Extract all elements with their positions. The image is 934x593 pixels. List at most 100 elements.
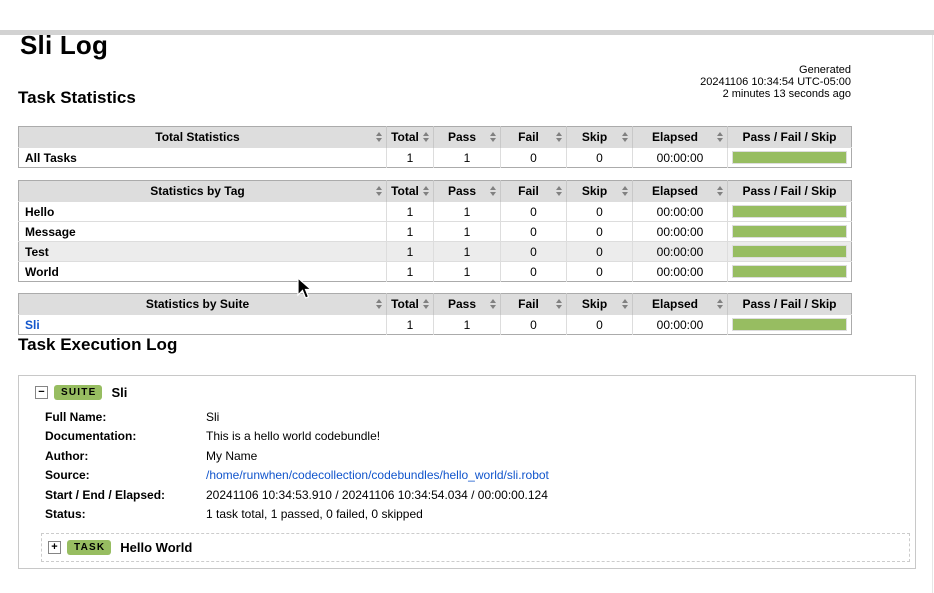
sort-icon[interactable] — [376, 132, 382, 142]
stats-row-suite-sli: Sli 1 1 0 0 00:00:00 — [19, 315, 852, 335]
table-title: Statistics by Suite — [146, 297, 249, 311]
elapsed-cell: 00:00:00 — [633, 262, 728, 282]
suite-name[interactable]: Sli — [111, 385, 127, 400]
column-header-elapsed[interactable]: Elapsed — [633, 127, 728, 148]
sort-icon[interactable] — [376, 299, 382, 309]
field-label: Status: — [45, 505, 206, 525]
pass-cell: 1 — [434, 222, 501, 242]
suite-element: − SUITE Sli Full Name: Sli Documentation… — [18, 375, 916, 569]
column-header-skip[interactable]: Skip — [567, 127, 633, 148]
generated-label: Generated — [700, 64, 851, 76]
column-header-pass[interactable]: Pass — [434, 181, 501, 202]
skip-cell: 0 — [567, 262, 633, 282]
sort-icon[interactable] — [490, 299, 496, 309]
sort-icon[interactable] — [556, 299, 562, 309]
skip-cell: 0 — [567, 202, 633, 222]
suite-header: − SUITE Sli — [35, 385, 909, 400]
sort-icon[interactable] — [622, 186, 628, 196]
stats-name-cell: Test — [19, 242, 387, 262]
graph-cell — [728, 242, 852, 262]
stats-row-tag-world: World 1 1 0 0 00:00:00 — [19, 262, 852, 282]
table-title: Statistics by Tag — [150, 184, 244, 198]
total-cell: 1 — [387, 222, 434, 242]
column-header-title[interactable]: Statistics by Tag — [19, 181, 387, 202]
elapsed-cell: 00:00:00 — [633, 222, 728, 242]
tag-statistics-table: Statistics by Tag Total Pass Fail Skip E… — [18, 180, 852, 282]
stats-row-tag-hello: Hello 1 1 0 0 00:00:00 — [19, 202, 852, 222]
pass-bar — [733, 266, 846, 277]
stats-name-cell: Message — [19, 222, 387, 242]
elapsed-cell: 00:00:00 — [633, 202, 728, 222]
sort-icon[interactable] — [423, 186, 429, 196]
total-cell: 1 — [387, 262, 434, 282]
task-name[interactable]: Hello World — [120, 540, 192, 555]
sort-icon[interactable] — [376, 186, 382, 196]
pass-cell: 1 — [434, 262, 501, 282]
stats-name-cell: Hello — [19, 202, 387, 222]
sort-icon[interactable] — [490, 132, 496, 142]
column-header-skip[interactable]: Skip — [567, 181, 633, 202]
sort-icon[interactable] — [556, 132, 562, 142]
field-value: This is a hello world codebundle! — [206, 427, 549, 447]
field-label: Start / End / Elapsed: — [45, 485, 206, 505]
sort-icon[interactable] — [717, 186, 723, 196]
column-header-fail[interactable]: Fail — [501, 181, 567, 202]
sort-icon[interactable] — [717, 299, 723, 309]
stats-row-all-tasks: All Tasks 1 1 0 0 00:00:00 — [19, 148, 852, 168]
pass-bar — [733, 246, 846, 257]
column-header-fail[interactable]: Fail — [501, 294, 567, 315]
suite-statistics-table: Statistics by Suite Total Pass Fail Skip… — [18, 293, 852, 335]
column-header-pass[interactable]: Pass — [434, 294, 501, 315]
total-cell: 1 — [387, 148, 434, 168]
sort-icon[interactable] — [423, 132, 429, 142]
field-value: My Name — [206, 446, 549, 466]
column-header-graph: Pass / Fail / Skip — [728, 181, 852, 202]
metadata-row: Author: My Name — [45, 446, 549, 466]
task-badge: TASK — [67, 540, 111, 555]
source-link[interactable]: /home/runwhen/codecollection/codebundles… — [206, 468, 549, 482]
column-header-total[interactable]: Total — [387, 294, 434, 315]
column-header-elapsed[interactable]: Elapsed — [633, 181, 728, 202]
column-header-elapsed[interactable]: Elapsed — [633, 294, 728, 315]
fail-cell: 0 — [501, 148, 567, 168]
sort-icon[interactable] — [490, 186, 496, 196]
skip-cell: 0 — [567, 222, 633, 242]
column-header-title[interactable]: Total Statistics — [19, 127, 387, 148]
elapsed-cell: 00:00:00 — [633, 315, 728, 335]
elapsed-cell: 00:00:00 — [633, 242, 728, 262]
fail-cell: 0 — [501, 202, 567, 222]
stats-row-tag-message: Message 1 1 0 0 00:00:00 — [19, 222, 852, 242]
column-header-title[interactable]: Statistics by Suite — [19, 294, 387, 315]
field-label: Author: — [45, 446, 206, 466]
table-header-row: Total Statistics Total Pass Fail Skip El… — [19, 127, 852, 148]
field-label: Full Name: — [45, 407, 206, 427]
graph-cell — [728, 315, 852, 335]
metadata-row: Documentation: This is a hello world cod… — [45, 427, 549, 447]
pass-cell: 1 — [434, 202, 501, 222]
column-header-fail[interactable]: Fail — [501, 127, 567, 148]
sort-icon[interactable] — [622, 299, 628, 309]
sort-icon[interactable] — [423, 299, 429, 309]
stats-name-cell: All Tasks — [19, 148, 387, 168]
column-header-skip[interactable]: Skip — [567, 294, 633, 315]
collapse-toggle-icon[interactable]: − — [35, 386, 48, 399]
skip-cell: 0 — [567, 148, 633, 168]
pass-cell: 1 — [434, 242, 501, 262]
pass-cell: 1 — [434, 315, 501, 335]
pass-bar — [733, 319, 846, 330]
sort-icon[interactable] — [622, 132, 628, 142]
field-value: 20241106 10:34:53.910 / 20241106 10:34:5… — [206, 485, 549, 505]
column-header-pass[interactable]: Pass — [434, 127, 501, 148]
metadata-row: Start / End / Elapsed: 20241106 10:34:53… — [45, 485, 549, 505]
generated-timestamp: 20241106 10:34:54 UTC-05:00 — [700, 76, 851, 88]
column-header-total[interactable]: Total — [387, 181, 434, 202]
pass-bar — [733, 152, 846, 163]
stats-name-cell: Sli — [19, 315, 387, 335]
suite-link[interactable]: Sli — [25, 318, 40, 332]
column-header-total[interactable]: Total — [387, 127, 434, 148]
field-label: Documentation: — [45, 427, 206, 447]
sort-icon[interactable] — [717, 132, 723, 142]
pass-cell: 1 — [434, 148, 501, 168]
sort-icon[interactable] — [556, 186, 562, 196]
expand-toggle-icon[interactable]: + — [48, 541, 61, 554]
